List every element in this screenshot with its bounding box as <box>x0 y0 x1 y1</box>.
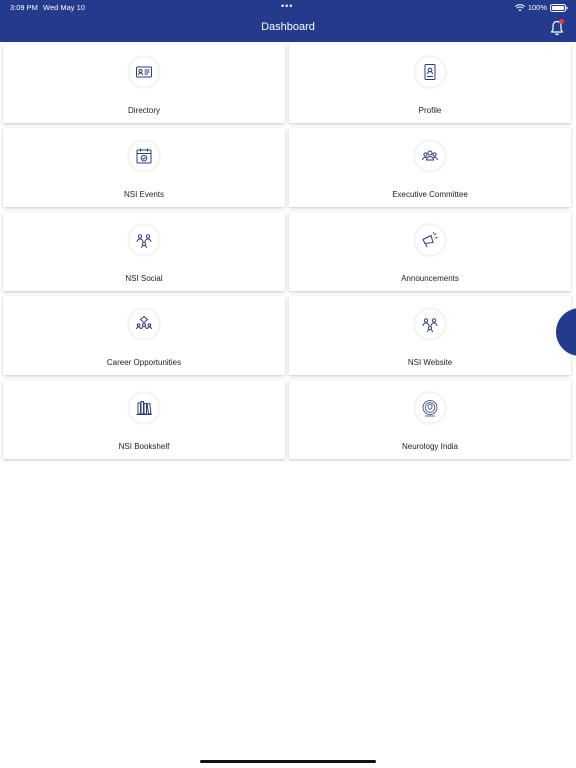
dashboard-grid: Directory Profile NSI Events Executive C… <box>3 44 573 459</box>
tile-label: Executive Committee <box>392 190 468 199</box>
profile-document-icon <box>415 57 445 87</box>
tile-label: Announcements <box>401 274 459 283</box>
neurology-india-logo-icon <box>415 393 445 423</box>
notification-badge <box>559 19 564 24</box>
calendar-check-icon <box>129 141 159 171</box>
megaphone-icon <box>415 225 445 255</box>
tile-nsi-bookshelf[interactable]: NSI Bookshelf <box>3 380 285 459</box>
tile-career-opportunities[interactable]: Career Opportunities <box>3 296 285 375</box>
status-bar: 3:09 PM Wed May 10 ••• 100% <box>0 0 576 14</box>
website-people-icon <box>415 309 445 339</box>
page-title: Dashboard <box>261 21 315 33</box>
tile-label: Neurology India <box>401 442 459 451</box>
tile-label: Directory <box>127 106 160 115</box>
status-indicators: 100% <box>514 3 568 12</box>
tile-announcements[interactable]: Announcements <box>289 212 571 291</box>
career-network-icon <box>129 309 159 339</box>
wifi-icon <box>514 3 525 12</box>
tile-profile[interactable]: Profile <box>289 44 571 123</box>
tile-label: Profile <box>418 106 442 115</box>
tile-nsi-events[interactable]: NSI Events <box>3 128 285 207</box>
tile-label: NSI Website <box>407 358 453 367</box>
tile-neurology-india[interactable]: Neurology India <box>289 380 571 459</box>
app-header: 3:09 PM Wed May 10 ••• 100% Dashboard <box>0 0 576 42</box>
tile-executive-committee[interactable]: Executive Committee <box>289 128 571 207</box>
group-icon <box>415 141 445 171</box>
multitasking-dots[interactable]: ••• <box>281 1 293 11</box>
tile-directory[interactable]: Directory <box>3 44 285 123</box>
battery-percent: 100% <box>527 3 547 12</box>
battery-icon <box>550 3 568 12</box>
tile-nsi-website[interactable]: NSI Website <box>289 296 571 375</box>
tile-nsi-social[interactable]: NSI Social <box>3 212 285 291</box>
tile-label: NSI Events <box>123 190 164 199</box>
status-date: Wed May 10 <box>43 3 85 12</box>
social-people-icon <box>129 225 159 255</box>
tile-label: NSI Social <box>125 274 163 283</box>
bookshelf-icon <box>129 393 159 423</box>
directory-card-icon <box>129 57 159 87</box>
tile-label: NSI Bookshelf <box>118 442 170 451</box>
home-indicator[interactable] <box>200 760 376 763</box>
tile-label: Career Opportunities <box>106 358 182 367</box>
status-time: 3:09 PM <box>10 3 38 12</box>
